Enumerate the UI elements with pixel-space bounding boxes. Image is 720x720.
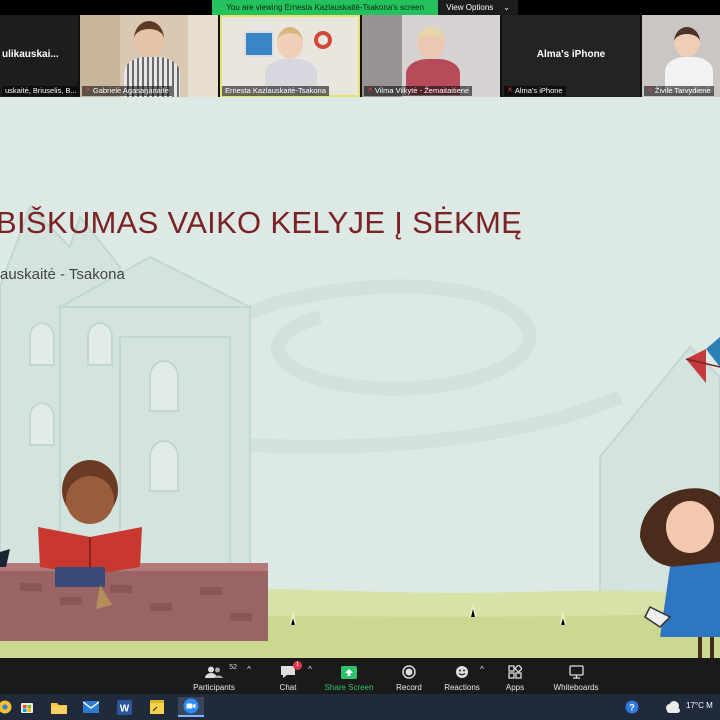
participant-name-label: Ernesta Kazlauskaitė-Tsakona	[222, 86, 329, 96]
participant-video	[265, 27, 317, 95]
viewing-banner-text: You are viewing Ernesta Kazlauskaitė-Tsa…	[212, 0, 439, 15]
mail-icon[interactable]	[80, 697, 102, 717]
zoom-icon[interactable]	[178, 697, 204, 717]
reactions-smiley-icon	[455, 664, 469, 680]
participant-name-label: ✕ Vilma Vilkytė - Žemaitaitienė	[364, 86, 473, 96]
windows-store-icon[interactable]	[16, 697, 38, 717]
muted-mic-icon: ✕	[647, 87, 653, 94]
muted-mic-icon: ✕	[367, 87, 373, 94]
apps-label: Apps	[505, 683, 525, 692]
slide-title: BIŠKUMAS VAIKO KELYJE Į SĖKMĘ	[0, 205, 523, 240]
caret-up-icon: ^	[308, 665, 312, 674]
file-explorer-icon[interactable]	[48, 697, 70, 717]
chat-button[interactable]: 1 Chat	[276, 660, 302, 692]
caret-up-icon: ^	[480, 665, 484, 674]
participants-icon: 52	[205, 664, 237, 680]
participant-big-name: Alma's iPhone	[536, 49, 606, 60]
participant-tile[interactable]: ✕ Gabrielė Agasarjanaitė	[80, 15, 218, 97]
chat-options-caret[interactable]: ^	[302, 662, 318, 674]
participant-video	[406, 27, 460, 95]
chat-unread-badge: 1	[293, 661, 302, 670]
help-icon[interactable]: ?	[621, 697, 643, 717]
participant-name: Živilė Tarvydienė	[654, 86, 711, 95]
participants-options-caret[interactable]: ^	[241, 662, 257, 674]
whiteboards-button[interactable]: Whiteboards	[551, 660, 601, 692]
participant-name-label: ✕ Živilė Tarvydienė	[644, 86, 714, 96]
viewing-banner: You are viewing Ernesta Kazlauskaitė-Tsa…	[212, 0, 518, 15]
participant-name-label: uskaitė, Briuselis, B...	[2, 86, 78, 96]
view-options-button[interactable]: View Options ⌄	[438, 0, 518, 15]
participant-tile[interactable]: Alma's iPhone ✕ Alma's iPhone	[502, 15, 640, 97]
apps-icon	[508, 664, 522, 680]
slide-illustration	[0, 205, 720, 658]
participants-label: Participants	[193, 683, 235, 692]
share-screen-label: Share Screen	[324, 683, 374, 692]
share-screen-button[interactable]: Share Screen	[324, 660, 374, 692]
shared-screen-slide: BIŠKUMAS VAIKO KELYJE Į SĖKMĘ auskaitė -…	[0, 97, 720, 658]
participant-name: Alma's iPhone	[514, 86, 563, 95]
caret-up-icon: ^	[247, 665, 251, 674]
reactions-options-caret[interactable]: ^	[474, 662, 490, 674]
participant-tile[interactable]: ulikauskai... uskaitė, Briuselis, B...	[0, 15, 78, 97]
brick-wall-illustration	[0, 563, 268, 641]
muted-mic-icon: ✕	[507, 87, 513, 94]
whiteboards-label: Whiteboards	[553, 683, 599, 692]
participants-count: 52	[229, 664, 237, 671]
chat-icon: 1	[280, 661, 302, 680]
participant-tile[interactable]: ✕ Vilma Vilkytė - Žemaitaitienė	[362, 15, 500, 97]
record-button[interactable]: Record	[392, 660, 426, 692]
slide-subtitle: auskaitė - Tsakona	[0, 266, 125, 283]
participant-name: Ernesta Kazlauskaitė-Tsakona	[225, 86, 326, 95]
participant-name: uskaitė, Briuselis, B...	[5, 86, 77, 95]
participant-name-label: ✕ Gabrielė Agasarjanaitė	[82, 86, 172, 96]
sticky-notes-icon[interactable]	[146, 697, 168, 717]
reactions-label: Reactions	[444, 683, 480, 692]
participants-button[interactable]: 52 Participants	[193, 660, 237, 692]
chat-label: Chat	[279, 683, 297, 692]
view-options-label: View Options	[446, 3, 494, 12]
weather-cloud-icon[interactable]	[662, 697, 684, 717]
meeting-toolbar: 52 Participants ^ 1 Chat ^ Share Screen …	[0, 658, 720, 694]
record-icon	[402, 664, 416, 680]
apps-button[interactable]: Apps	[501, 660, 529, 692]
svg-text:?: ?	[629, 703, 635, 713]
whiteboard-icon	[568, 664, 584, 680]
word-icon[interactable]: W	[113, 697, 135, 717]
castle-illustration	[0, 205, 251, 568]
participant-tile-active-speaker[interactable]: Ernesta Kazlauskaitė-Tsakona	[220, 15, 360, 97]
muted-mic-icon: ✕	[85, 87, 91, 94]
video-strip: ulikauskai... uskaitė, Briuselis, B... ✕…	[0, 15, 720, 97]
participant-tile[interactable]: ✕ Živilė Tarvydienė	[642, 15, 720, 97]
weather-temperature: 17°C M	[686, 701, 713, 710]
chrome-icon[interactable]	[0, 697, 16, 717]
record-label: Record	[396, 683, 422, 692]
participant-name-label: ✕ Alma's iPhone	[504, 86, 566, 96]
participant-name: Gabrielė Agasarjanaitė	[92, 86, 169, 95]
share-screen-icon	[341, 664, 357, 680]
participant-big-name: ulikauskai...	[2, 49, 59, 60]
chevron-down-icon: ⌄	[503, 3, 510, 12]
svg-text:W: W	[119, 703, 129, 714]
windows-taskbar: W ? 17°C M	[0, 694, 720, 720]
participant-name: Vilma Vilkytė - Žemaitaitienė	[374, 86, 470, 95]
participant-video	[665, 27, 714, 93]
